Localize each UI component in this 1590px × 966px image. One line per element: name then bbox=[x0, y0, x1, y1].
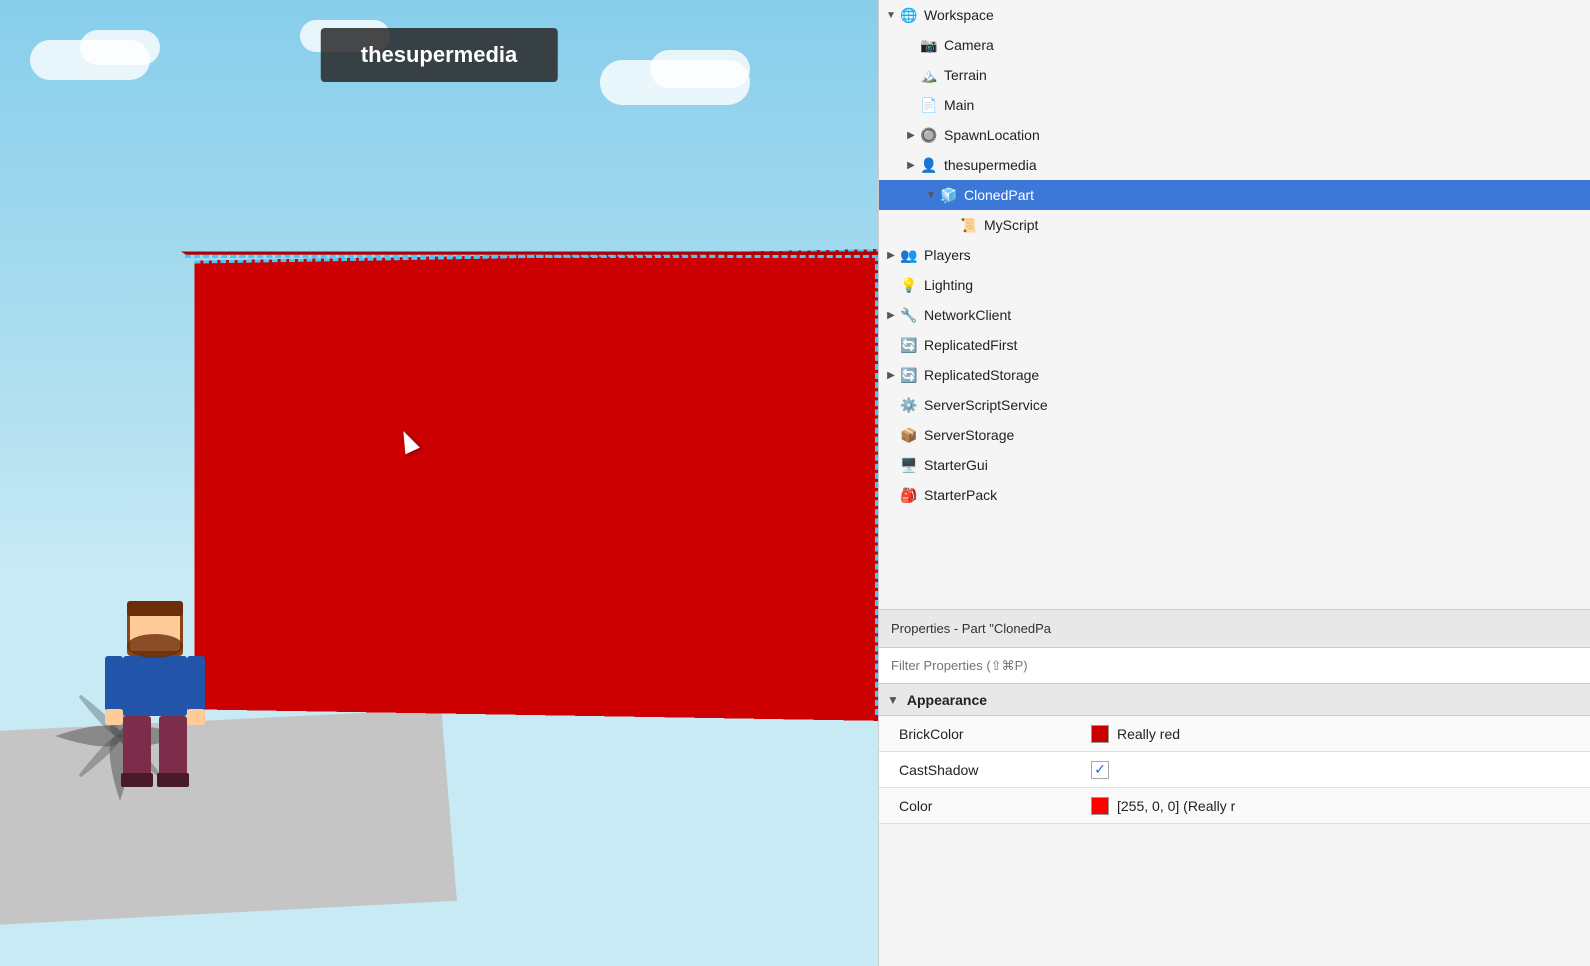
color-swatch bbox=[1091, 725, 1109, 743]
tree-item-main[interactable]: 📄 Main bbox=[879, 90, 1590, 120]
tree-item-clonedpart[interactable]: 🧊 ClonedPart bbox=[879, 180, 1590, 210]
player-label: thesupermedia bbox=[321, 28, 558, 82]
tree-icon-startergui: 🖥️ bbox=[899, 455, 919, 475]
property-rows-container: BrickColor Really red CastShadow ✓ Color [255… bbox=[879, 716, 1590, 824]
tree-arrow[interactable] bbox=[923, 187, 939, 203]
tree-arrow[interactable] bbox=[883, 427, 899, 443]
tree-icon-clonedpart: 🧊 bbox=[939, 185, 959, 205]
tree-label: Lighting bbox=[924, 277, 973, 293]
tree-icon-lighting: 💡 bbox=[899, 275, 919, 295]
tree-icon-serverstorage: 📦 bbox=[899, 425, 919, 445]
properties-panel: Properties - Part "ClonedPa ▼ Appearance… bbox=[879, 610, 1590, 966]
viewport: thesupermedia bbox=[0, 0, 878, 966]
tree-item-startergui[interactable]: 🖥️ StarterGui bbox=[879, 450, 1590, 480]
property-value: ✓ bbox=[1079, 761, 1590, 779]
filter-input[interactable] bbox=[891, 658, 1578, 673]
tree-label: Terrain bbox=[944, 67, 987, 83]
tree-item-networkclient[interactable]: 🔧 NetworkClient bbox=[879, 300, 1590, 330]
tree-item-spawnlocation[interactable]: 🔘 SpawnLocation bbox=[879, 120, 1590, 150]
tree-item-players[interactable]: 👥 Players bbox=[879, 240, 1590, 270]
tree-arrow[interactable] bbox=[883, 487, 899, 503]
tree-arrow[interactable] bbox=[883, 367, 899, 383]
properties-title: Properties - Part "ClonedPa bbox=[879, 610, 1590, 648]
property-value: Really red bbox=[1079, 725, 1590, 743]
tree-arrow[interactable] bbox=[883, 457, 899, 473]
tree-icon-myscript: 📜 bbox=[959, 215, 979, 235]
tree-arrow[interactable] bbox=[903, 37, 919, 53]
tree-label: Workspace bbox=[924, 7, 994, 23]
character bbox=[95, 591, 215, 791]
tree-label: Camera bbox=[944, 37, 994, 53]
tree-label: Main bbox=[944, 97, 974, 113]
appearance-section-header[interactable]: ▼ Appearance bbox=[879, 684, 1590, 716]
tree-arrow[interactable] bbox=[883, 337, 899, 353]
tree-item-thesupermedia[interactable]: 👤 thesupermedia bbox=[879, 150, 1590, 180]
tree-icon-replicatedfirst: 🔄 bbox=[899, 335, 919, 355]
tree-item-lighting[interactable]: 💡 Lighting bbox=[879, 270, 1590, 300]
property-checkbox[interactable]: ✓ bbox=[1091, 761, 1109, 779]
red-block-front bbox=[195, 249, 878, 721]
tree-label: NetworkClient bbox=[924, 307, 1011, 323]
tree-arrow[interactable] bbox=[943, 217, 959, 233]
section-name: Appearance bbox=[907, 692, 987, 708]
properties-filter[interactable] bbox=[879, 648, 1590, 684]
tree-label: StarterPack bbox=[924, 487, 997, 503]
tree-icon-networkclient: 🔧 bbox=[899, 305, 919, 325]
tree-icon-thesupermedia: 👤 bbox=[919, 155, 939, 175]
right-panel: 🌐 Workspace 📷 Camera 🏔️ Terrain 📄 Main 🔘 SpawnLoc… bbox=[878, 0, 1590, 966]
tree-item-serverscriptservice[interactable]: ⚙️ ServerScriptService bbox=[879, 390, 1590, 420]
tree-label: StarterGui bbox=[924, 457, 988, 473]
tree-arrow[interactable] bbox=[903, 97, 919, 113]
tree-item-starterpack[interactable]: 🎒 StarterPack bbox=[879, 480, 1590, 510]
tree-label: ServerStorage bbox=[924, 427, 1014, 443]
tree-icon-spawnlocation: 🔘 bbox=[919, 125, 939, 145]
tree-label: ServerScriptService bbox=[924, 397, 1048, 413]
property-value-text: [255, 0, 0] (Really r bbox=[1117, 798, 1235, 814]
tree-item-replicatedfirst[interactable]: 🔄 ReplicatedFirst bbox=[879, 330, 1590, 360]
explorer-panel: 🌐 Workspace 📷 Camera 🏔️ Terrain 📄 Main 🔘 SpawnLoc… bbox=[879, 0, 1590, 610]
color-swatch bbox=[1091, 797, 1109, 815]
tree-item-serverstorage[interactable]: 📦 ServerStorage bbox=[879, 420, 1590, 450]
tree-icon-starterpack: 🎒 bbox=[899, 485, 919, 505]
tree-label: ClonedPart bbox=[964, 187, 1034, 203]
tree-icon-workspace: 🌐 bbox=[899, 5, 919, 25]
tree-icon-main: 📄 bbox=[919, 95, 939, 115]
tree-arrow[interactable] bbox=[883, 7, 899, 23]
section-collapse-arrow: ▼ bbox=[887, 693, 899, 707]
tree-label: MyScript bbox=[984, 217, 1038, 233]
tree-icon-replicatedstorage: 🔄 bbox=[899, 365, 919, 385]
tree-icon-camera: 📷 bbox=[919, 35, 939, 55]
tree-arrow[interactable] bbox=[903, 157, 919, 173]
red-block-top bbox=[181, 252, 878, 255]
tree-icon-serverscriptservice: ⚙️ bbox=[899, 395, 919, 415]
tree-label: ReplicatedFirst bbox=[924, 337, 1017, 353]
property-name-label: Color bbox=[879, 798, 1079, 814]
property-value-text: Really red bbox=[1117, 726, 1180, 742]
property-name-label: BrickColor bbox=[879, 726, 1079, 742]
cloud bbox=[650, 50, 750, 88]
tree-icon-terrain: 🏔️ bbox=[919, 65, 939, 85]
tree-arrow[interactable] bbox=[883, 307, 899, 323]
tree-item-replicatedstorage[interactable]: 🔄 ReplicatedStorage bbox=[879, 360, 1590, 390]
tree-item-camera[interactable]: 📷 Camera bbox=[879, 30, 1590, 60]
tree-arrow[interactable] bbox=[903, 67, 919, 83]
property-value: [255, 0, 0] (Really r bbox=[1079, 797, 1590, 815]
tree-item-myscript[interactable]: 📜 MyScript bbox=[879, 210, 1590, 240]
tree-label: SpawnLocation bbox=[944, 127, 1040, 143]
tree-item-terrain[interactable]: 🏔️ Terrain bbox=[879, 60, 1590, 90]
tree-arrow[interactable] bbox=[903, 127, 919, 143]
property-row-color[interactable]: Color [255, 0, 0] (Really r bbox=[879, 788, 1590, 824]
property-name-label: CastShadow bbox=[879, 762, 1079, 778]
tree-arrow[interactable] bbox=[883, 247, 899, 263]
tree-label: thesupermedia bbox=[944, 157, 1037, 173]
property-row-castshadow[interactable]: CastShadow ✓ bbox=[879, 752, 1590, 788]
tree-label: Players bbox=[924, 247, 971, 263]
tree-arrow[interactable] bbox=[883, 397, 899, 413]
cloud bbox=[80, 30, 160, 65]
tree-arrow[interactable] bbox=[883, 277, 899, 293]
tree-label: ReplicatedStorage bbox=[924, 367, 1039, 383]
property-row-brickcolor[interactable]: BrickColor Really red bbox=[879, 716, 1590, 752]
tree-icon-players: 👥 bbox=[899, 245, 919, 265]
tree-item-workspace[interactable]: 🌐 Workspace bbox=[879, 0, 1590, 30]
